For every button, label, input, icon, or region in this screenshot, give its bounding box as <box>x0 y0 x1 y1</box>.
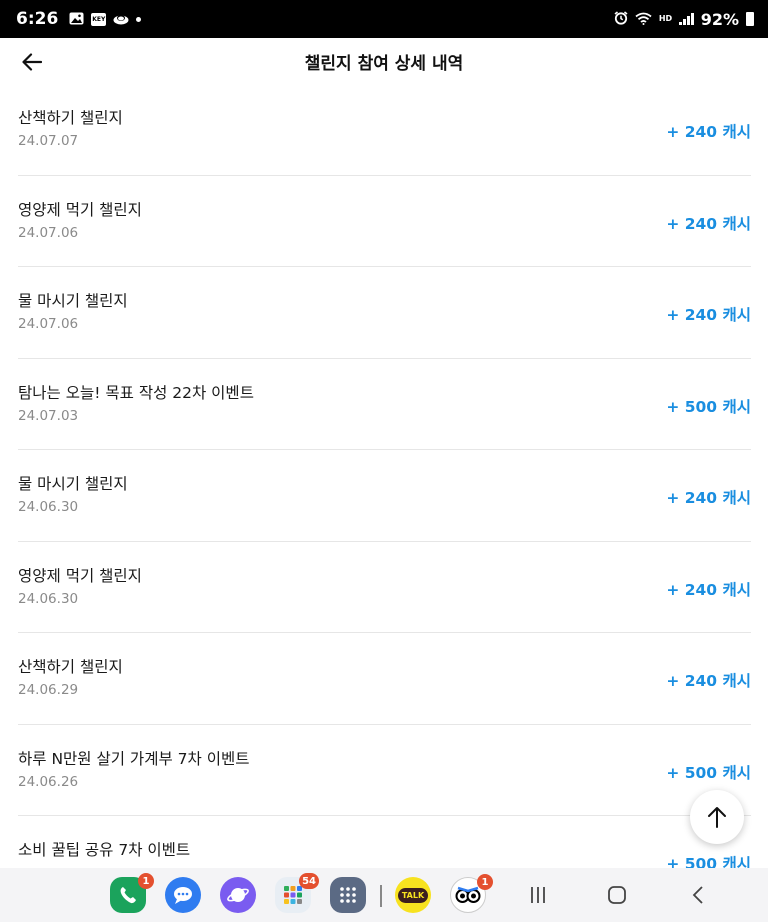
battery-level: 92% <box>700 9 739 29</box>
dot-icon <box>136 16 142 22</box>
scroll-to-top-button[interactable] <box>690 790 744 844</box>
list-item[interactable]: 물 마시기 챌린지 24.07.06 + 240 캐시 <box>18 267 751 359</box>
navigation-bar: 1 54 TALK 1 <box>0 868 768 922</box>
item-reward: + 240 캐시 <box>666 123 751 141</box>
messages-app[interactable] <box>165 877 201 913</box>
item-title: 물 마시기 챌린지 <box>18 475 128 493</box>
internet-app[interactable] <box>220 877 256 913</box>
item-reward: + 240 캐시 <box>666 672 751 690</box>
item-reward: + 240 캐시 <box>666 214 751 233</box>
tripadvisor-badge: 1 <box>477 874 493 890</box>
phone-icon <box>120 887 136 904</box>
item-reward: + 500 캐시 <box>666 397 751 416</box>
item-reward: + 240 캐시 <box>666 580 751 599</box>
list-item[interactable]: 산책하기 챌린지 24.07.07 + 240 캐시 <box>18 84 751 176</box>
item-title: 영양제 먹기 챌린지 <box>18 200 142 219</box>
recents-icon <box>531 887 545 903</box>
item-date: 24.07.06 <box>18 224 79 241</box>
grid-dots-icon <box>340 887 356 903</box>
list-item[interactable]: 산책하기 챌린지 24.06.29 + 240 캐시 <box>18 633 751 725</box>
home-icon <box>608 886 626 904</box>
chevron-left-icon <box>692 886 703 904</box>
phone-badge: 1 <box>138 873 154 889</box>
signal-icon <box>679 13 694 25</box>
recents-button[interactable] <box>528 883 548 907</box>
hd-label: HD <box>658 14 673 23</box>
wifi-icon <box>635 10 652 29</box>
kakaotalk-app[interactable]: TALK <box>395 877 431 913</box>
gallery-icon <box>69 10 84 29</box>
back-nav-button[interactable] <box>688 883 708 907</box>
tripadvisor-app[interactable]: 1 <box>450 874 493 913</box>
app-header: 챌린지 참여 상세 내역 <box>0 38 768 84</box>
item-title: 영양제 먹기 챌린지 <box>18 566 142 585</box>
item-date: 24.06.29 <box>18 682 79 698</box>
list-item[interactable]: 영양제 먹기 챌린지 24.07.06 + 240 캐시 <box>18 176 751 267</box>
item-date: 24.06.30 <box>18 499 79 515</box>
item-title: 산책하기 챌린지 <box>18 109 123 127</box>
item-reward: + 240 캐시 <box>666 306 751 324</box>
hd-voice-icon: HD <box>659 15 672 23</box>
key-icon: KEY <box>91 12 107 26</box>
arrow-left-icon <box>22 53 42 71</box>
list-item[interactable]: 탐나는 오늘! 목표 작성 22차 이벤트 24.07.03 + 500 캐시 <box>18 359 751 450</box>
item-title: 물 마시기 챌린지 <box>18 292 128 310</box>
item-date: 24.07.06 <box>18 316 79 332</box>
item-reward: + 240 캐시 <box>666 489 751 507</box>
list-item[interactable]: 영양제 먹기 챌린지 24.06.30 + 240 캐시 <box>18 542 751 633</box>
item-reward: + 500 캐시 <box>666 763 751 782</box>
item-date: 24.06.30 <box>18 590 79 607</box>
status-time: 6:26 <box>16 9 59 29</box>
owl-icon <box>455 886 481 903</box>
item-date: 24.06.26 <box>18 773 79 790</box>
battery-icon <box>746 12 754 26</box>
chat-bubble-icon <box>174 887 192 904</box>
kakaotalk-label: TALK <box>397 887 429 903</box>
item-date: 24.07.07 <box>18 133 79 149</box>
home-button[interactable] <box>606 883 628 907</box>
status-bar: 6:26 KEY HD 92% <box>0 0 768 38</box>
dock-divider <box>380 885 382 907</box>
planet-icon <box>227 888 249 902</box>
folder-grid-icon <box>284 886 302 904</box>
item-title: 산책하기 챌린지 <box>18 658 123 676</box>
item-title: 하루 N만원 살기 가계부 7차 이벤트 <box>18 749 250 768</box>
folder-badge: 54 <box>299 873 319 889</box>
app-drawer[interactable] <box>330 877 366 913</box>
challenge-history-list: 산책하기 챌린지 24.07.07 + 240 캐시 영양제 먹기 챌린지 24… <box>18 84 751 908</box>
phone-app[interactable]: 1 <box>110 873 154 913</box>
cloud-icon <box>113 10 129 29</box>
apps-folder[interactable]: 54 <box>275 873 319 913</box>
list-item[interactable]: 하루 N만원 살기 가계부 7차 이벤트 24.06.26 + 500 캐시 <box>18 725 751 816</box>
item-title: 소비 꿀팁 공유 7차 이벤트 <box>18 841 191 859</box>
list-item[interactable]: 물 마시기 챌린지 24.06.30 + 240 캐시 <box>18 450 751 542</box>
page-title: 챌린지 참여 상세 내역 <box>304 53 464 74</box>
arrow-up-icon <box>708 807 726 828</box>
alarm-icon <box>614 10 628 29</box>
item-date: 24.07.03 <box>18 407 79 424</box>
item-title: 탐나는 오늘! 목표 작성 22차 이벤트 <box>18 383 254 402</box>
back-button[interactable] <box>18 48 46 76</box>
